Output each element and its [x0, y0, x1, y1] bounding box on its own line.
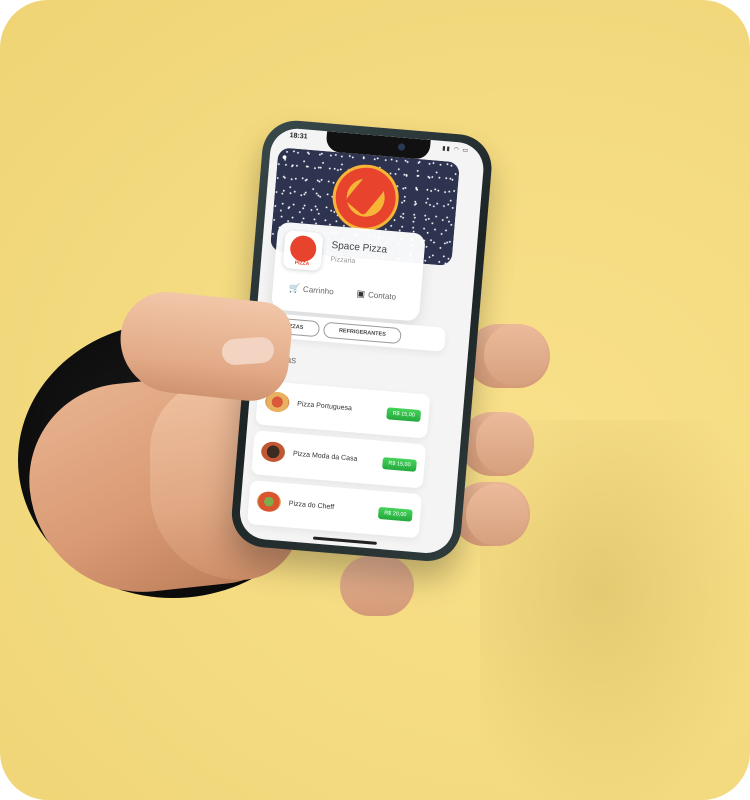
card-actions: 🛒 Carrinho ▣ Contato — [280, 280, 413, 309]
status-icons: ▮▮ ◠ ▭ — [441, 145, 470, 155]
photo-frame: 18:31 ▮▮ ◠ ▭ ● PIZZA Space Pizza Pizzari… — [0, 0, 750, 800]
cart-button[interactable]: 🛒 Carrinho — [288, 283, 334, 298]
restaurant-category: Pizzaria — [330, 255, 356, 266]
contact-label: Contato — [367, 290, 397, 302]
list-item[interactable]: Pizza Moda da Casa R$ 15,00 — [251, 430, 427, 489]
price-badge: R$ 15,00 — [386, 407, 422, 423]
list-item[interactable]: Pizza do Cheff R$ 20,00 — [246, 480, 423, 539]
pizza-image — [256, 490, 282, 513]
status-time: 18:31 — [289, 132, 308, 141]
banner-logo — [330, 162, 402, 234]
index-fingertip — [484, 324, 548, 386]
item-name: Pizza Portuguesa — [296, 400, 353, 413]
price-badge: R$ 20,00 — [377, 506, 413, 522]
home-indicator — [312, 536, 377, 545]
contact-button[interactable]: ▣ Contato — [356, 288, 396, 302]
front-camera — [397, 143, 406, 151]
middle-fingertip — [476, 412, 534, 474]
price-badge: R$ 15,00 — [382, 457, 417, 472]
restaurant-info-card: PIZZA Space Pizza Pizzaria 🛒 Carrinho ▣ Co… — [271, 221, 426, 322]
tab-refrigerantes[interactable]: REFRIGERANTES — [322, 321, 402, 345]
cart-label: Carrinho — [302, 284, 334, 297]
cart-icon: 🛒 — [288, 282, 301, 294]
logo-text: PIZZA — [294, 260, 310, 268]
item-name: Pizza Moda da Casa — [292, 450, 358, 463]
ring-fingertip — [466, 484, 528, 546]
logo-circle — [289, 234, 318, 263]
item-name: Pizza do Cheff — [288, 500, 335, 512]
restaurant-name: Space Pizza — [331, 240, 388, 256]
user-icon[interactable]: ● — [281, 152, 287, 162]
list-item[interactable]: Pizza Portuguesa R$ 15,00 — [255, 380, 431, 439]
restaurant-logo: PIZZA — [282, 230, 324, 272]
pinky-finger — [340, 556, 414, 616]
pizza-image — [260, 440, 286, 463]
contact-icon: ▣ — [356, 288, 366, 299]
thumb-nail — [221, 336, 275, 366]
wall-shadow — [480, 420, 750, 800]
